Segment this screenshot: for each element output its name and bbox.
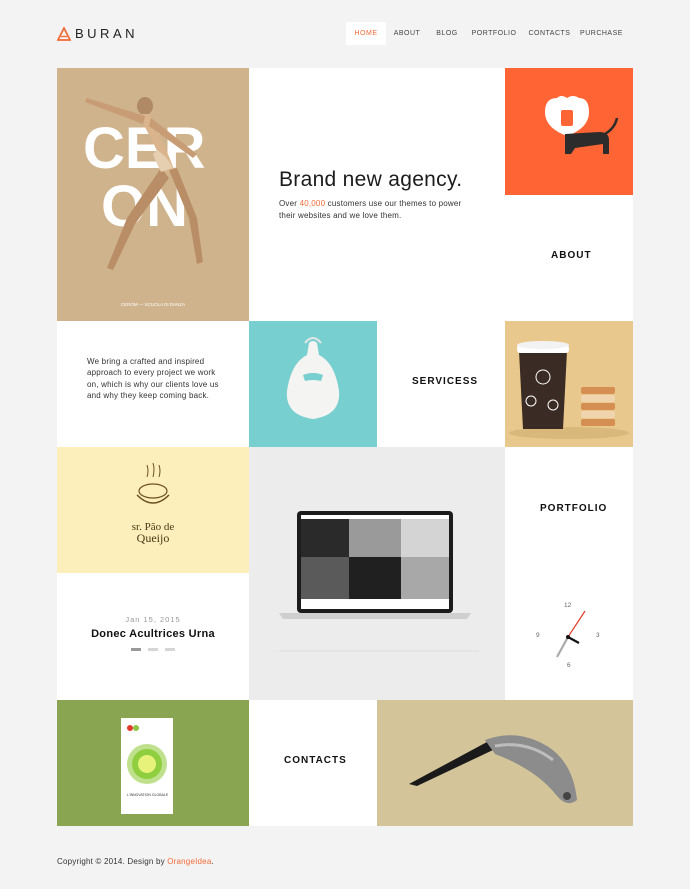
portfolio-link[interactable]: PORTFOLIO (540, 503, 607, 514)
post-title[interactable]: Donec Acultrices Urna (57, 628, 249, 640)
hero-subtitle: Over 40,000 customers use our themes to … (279, 198, 479, 222)
hero-title: Brand new agency. (279, 168, 463, 191)
footer: Copyright © 2014. Design by OrangeIdea. (57, 857, 214, 866)
clock-hands-icon (556, 610, 586, 658)
coffee-photo-tile[interactable] (505, 321, 633, 447)
bag-photo-tile[interactable] (249, 321, 377, 447)
dancer-figure-icon: CER ON CEROM — SCUOLA DI DANZA (83, 97, 205, 307)
lion-icon (545, 96, 619, 154)
site-header: BURAN HOME ABOUT BLOG PORTFOLIO CONTACTS… (0, 0, 690, 68)
book-title: L'INNOVATION GLOBALE (127, 793, 169, 797)
services-link[interactable]: SERVICESS (412, 376, 478, 387)
slider-dot-1[interactable] (131, 648, 141, 651)
clock-widget: 12 3 6 9 (505, 573, 633, 700)
contacts-link[interactable]: CONTACTS (284, 755, 347, 766)
about-link[interactable]: ABOUT (551, 250, 592, 261)
footer-credit-link[interactable]: OrangeIdea (167, 857, 211, 866)
bread-bowl-icon: sr. Pão de Queijo (132, 462, 174, 545)
laptop-showcase-tile[interactable] (249, 447, 505, 700)
nav-home[interactable]: HOME (346, 22, 386, 45)
nav-blog[interactable]: BLOG (428, 22, 466, 45)
logo[interactable]: BURAN (57, 26, 138, 41)
dancer-poster-tile[interactable]: CER ON CEROM — SCUOLA DI DANZA (57, 68, 249, 321)
slider-dot-2[interactable] (148, 648, 158, 651)
nav-about[interactable]: ABOUT (386, 22, 428, 45)
laptop-icon (279, 511, 479, 652)
drawstring-bag-icon (286, 337, 340, 419)
slider-dot-3[interactable] (165, 648, 175, 651)
book-photo-tile[interactable]: L'INNOVATION GLOBALE (57, 700, 249, 826)
queijo-line2: Queijo (137, 531, 170, 545)
footer-end: . (211, 857, 214, 866)
brand-name: BURAN (75, 26, 139, 41)
main-nav: HOME ABOUT BLOG PORTFOLIO CONTACTS PURCH… (346, 22, 626, 45)
lion-logo-tile[interactable] (505, 68, 633, 195)
hero-subtitle-highlight: 40,000 (299, 199, 326, 208)
slider-dots (131, 648, 182, 651)
knife-photo-tile[interactable] (377, 700, 633, 826)
nav-contacts[interactable]: CONTACTS (522, 22, 577, 45)
book-cover-icon: L'INNOVATION GLOBALE (121, 718, 173, 814)
logo-triangle-icon (57, 26, 71, 41)
queijo-logo-tile[interactable]: sr. Pão de Queijo (57, 447, 249, 573)
poster-caption: CEROM — SCUOLA DI DANZA (121, 302, 185, 307)
hero-subtitle-prefix: Over (279, 199, 300, 208)
intro-text: We bring a crafted and inspired approach… (87, 357, 219, 400)
coffee-cup-icon (509, 341, 629, 439)
nav-portfolio[interactable]: PORTFOLIO (466, 22, 522, 45)
footer-text: Copyright © 2014. Design by (57, 857, 168, 866)
post-date: Jan 15, 2015 (125, 615, 181, 624)
knife-icon (409, 735, 577, 804)
nav-purchase[interactable]: PURCHASE (577, 22, 626, 45)
